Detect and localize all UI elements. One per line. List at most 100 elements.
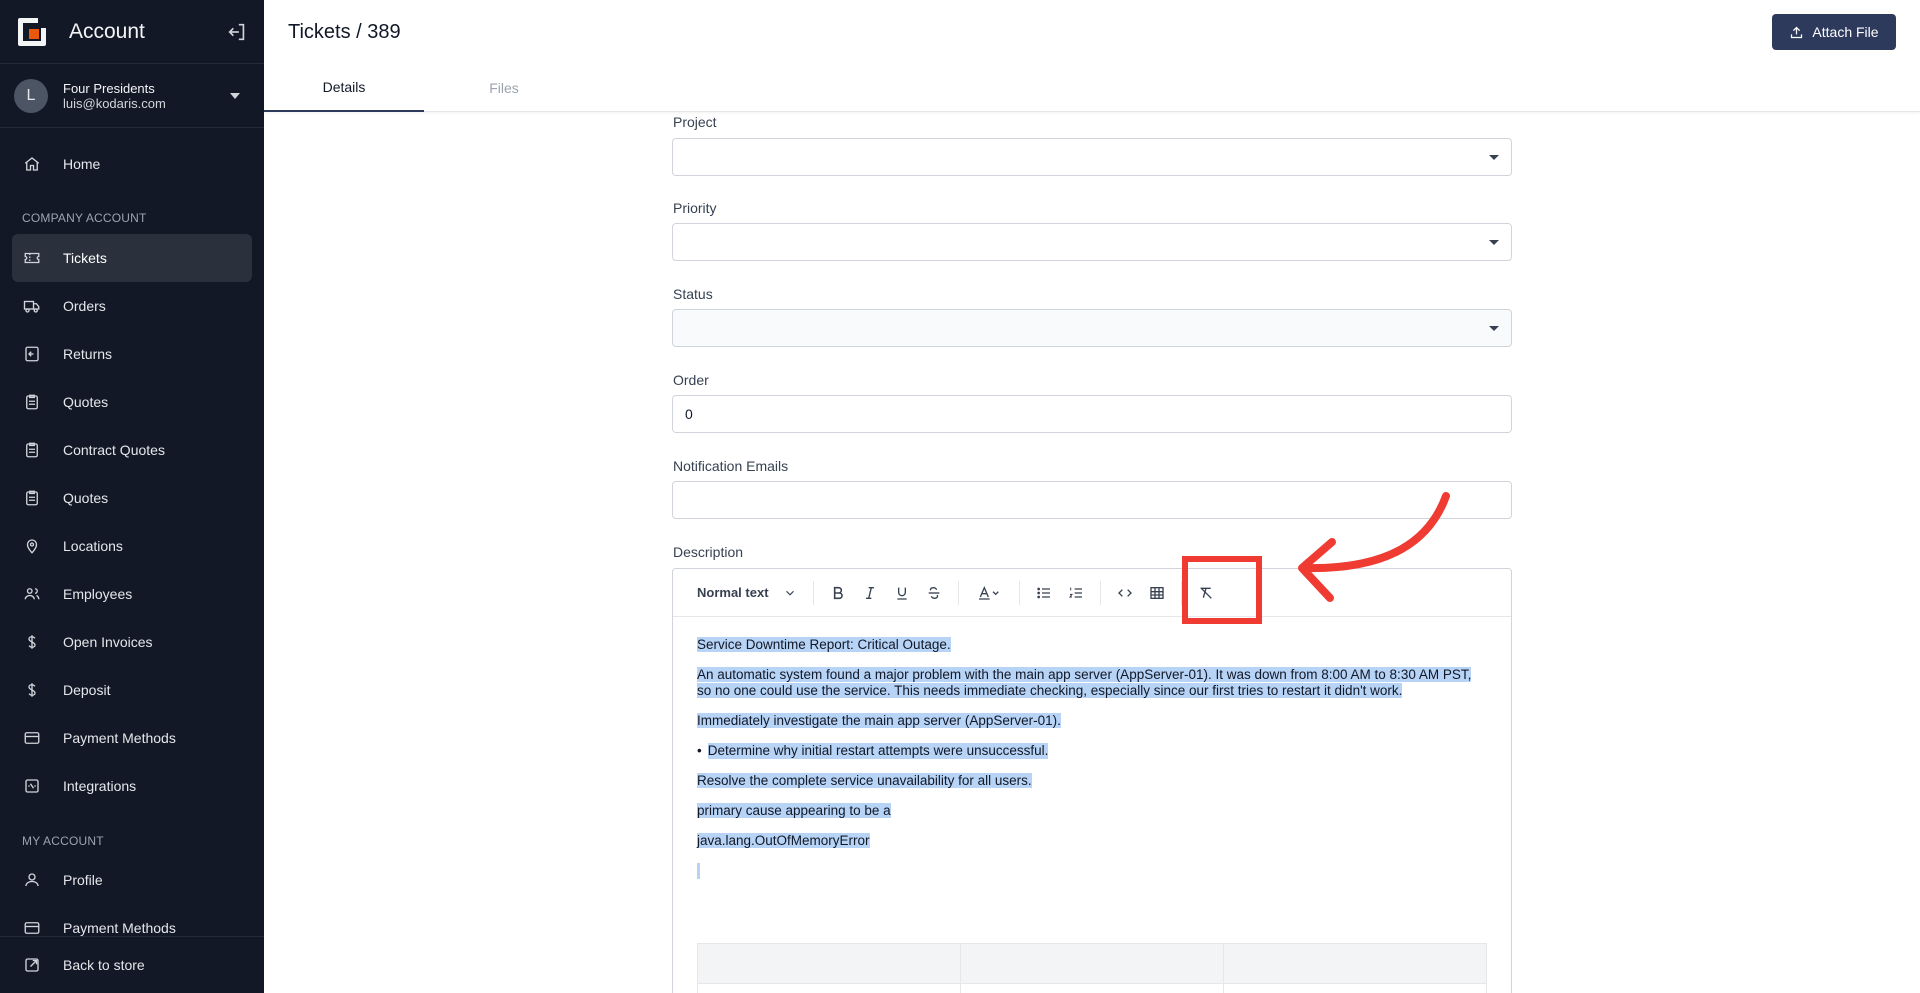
sidebar-item-contract-quotes[interactable]: Contract Quotes (12, 426, 252, 474)
bullet-list-button[interactable] (1028, 577, 1060, 609)
section-my-account: MY ACCOUNT (22, 834, 104, 848)
italic-icon (866, 586, 874, 599)
sidebar-item-orders[interactable]: Orders (12, 282, 252, 330)
attach-file-label: Attach File (1812, 24, 1879, 40)
project-select[interactable] (672, 138, 1512, 176)
sidebar-item-label: Payment Methods (63, 730, 176, 746)
sidebar-item-label: Locations (63, 538, 123, 554)
status-select[interactable] (672, 309, 1512, 347)
sidebar-item-home[interactable]: Home (12, 140, 252, 188)
sidebar-item-payment-methods[interactable]: Payment Methods (12, 714, 252, 762)
attach-file-button[interactable]: Attach File (1772, 14, 1896, 50)
report-summary-text: An automatic system found a major proble… (697, 667, 1472, 698)
text-style-value: Normal text (697, 585, 769, 600)
tab-files[interactable]: Files (424, 64, 584, 112)
pin-icon (26, 539, 38, 554)
sidebar-item-employees[interactable]: Employees (12, 570, 252, 618)
sidebar-item-profile[interactable]: Profile (12, 856, 252, 904)
external-link-icon (25, 958, 39, 972)
sidebar-item-label: Home (63, 156, 101, 172)
sidebar-item-deposit[interactable]: Deposit (12, 666, 252, 714)
sidebar-item-quotes[interactable]: Quotes (12, 378, 252, 426)
clipboard-icon (26, 394, 38, 410)
strikethrough-button[interactable] (918, 577, 950, 609)
chevron-down-icon (230, 92, 240, 99)
action-text-1: Immediately investigate the main app ser… (697, 713, 1061, 728)
table-row (697, 983, 1487, 993)
kodaris-logo[interactable] (16, 15, 48, 48)
italic-button[interactable] (854, 577, 886, 609)
sidebar-item-label: Tickets (63, 250, 107, 266)
toolbar-divider (1100, 580, 1101, 605)
table-button[interactable] (1141, 577, 1173, 609)
sidebar-header: Account (0, 0, 264, 64)
card-icon (24, 732, 40, 744)
table-cell[interactable] (1223, 983, 1487, 993)
sidebar-item-label: Orders (63, 298, 106, 314)
description-editor[interactable]: Normal text Service Downtime Report: Cri… (672, 568, 1512, 993)
sidebar-item-label: Employees (63, 586, 133, 602)
collapse-sidebar-icon[interactable] (226, 21, 248, 43)
text-color-icon (979, 585, 999, 600)
ticket-icon (24, 252, 40, 264)
sidebar-item-label: Integrations (63, 778, 137, 794)
action-text-2: Resolve the complete service unavailabil… (697, 773, 1032, 788)
account-switcher[interactable]: L Four Presidents luis@kodaris.com (0, 64, 264, 128)
table-cell[interactable] (697, 983, 961, 993)
truck-icon (23, 300, 40, 313)
editor-content[interactable]: Service Downtime Report: Critical Outage… (673, 617, 1511, 917)
table-cell[interactable] (697, 943, 961, 984)
table-cell[interactable] (960, 983, 1224, 993)
user-email: luis@kodaris.com (63, 95, 166, 111)
code-button[interactable] (1109, 577, 1141, 609)
text-cursor (697, 863, 700, 879)
bold-button[interactable] (822, 577, 854, 609)
toolbar-divider (813, 580, 814, 605)
numbered-list-button[interactable] (1060, 577, 1092, 609)
toolbar-divider (1019, 580, 1020, 605)
section-company-account: COMPANY ACCOUNT (22, 211, 147, 225)
sidebar-item-quotes-2[interactable]: Quotes (12, 474, 252, 522)
list-item: • Determine why initial restart attempts … (697, 743, 1049, 759)
return-icon (25, 346, 39, 362)
sidebar-item-label: Profile (63, 872, 103, 888)
users-icon (24, 588, 40, 600)
text-color-button[interactable] (967, 577, 1011, 609)
sidebar-item-label: Payment Methods (63, 920, 176, 936)
dollar-icon (28, 683, 36, 697)
sidebar-item-label: Quotes (63, 394, 109, 410)
dropdown-arrow-icon (1489, 155, 1499, 160)
tab-details[interactable]: Details (264, 64, 424, 112)
breadcrumb: Tickets / 389 (288, 21, 401, 43)
status-label: Status (673, 286, 713, 302)
avatar: L (14, 78, 48, 113)
user-name: Four Presidents (63, 80, 155, 96)
sidebar-item-label: Open Invoices (63, 634, 153, 650)
error-text: java.lang.OutOfMemoryError (697, 833, 870, 848)
clipboard-icon (26, 442, 38, 458)
toolbar-divider (958, 580, 959, 605)
sidebar-item-label: Contract Quotes (63, 442, 165, 458)
annotation-highlight-box (1182, 556, 1262, 624)
underline-button[interactable] (886, 577, 918, 609)
table-cell[interactable] (960, 943, 1224, 984)
sidebar-item-returns[interactable]: Returns (12, 330, 252, 378)
table-cell[interactable] (1223, 943, 1487, 984)
sidebar-item-integrations[interactable]: Integrations (12, 762, 252, 810)
bullet-text: Determine why initial restart attempts w… (707, 743, 1049, 759)
order-input[interactable]: 0 (672, 395, 1512, 433)
sidebar-item-label: Quotes (63, 490, 109, 506)
back-to-store-link[interactable]: Back to store (0, 936, 264, 993)
editor-table[interactable] (697, 943, 1487, 993)
priority-select[interactable] (672, 223, 1512, 261)
table-icon (1150, 586, 1164, 599)
sidebar-item-locations[interactable]: Locations (12, 522, 252, 570)
sidebar-item-tickets[interactable]: Tickets (12, 234, 252, 282)
sidebar-title: Account (69, 19, 145, 43)
project-label: Project (673, 114, 717, 130)
annotation-arrow-icon (1298, 492, 1450, 602)
home-icon (24, 157, 40, 171)
underline-icon (897, 587, 907, 600)
sidebar-item-open-invoices[interactable]: Open Invoices (12, 618, 252, 666)
text-style-dropdown[interactable]: Normal text (697, 585, 805, 600)
